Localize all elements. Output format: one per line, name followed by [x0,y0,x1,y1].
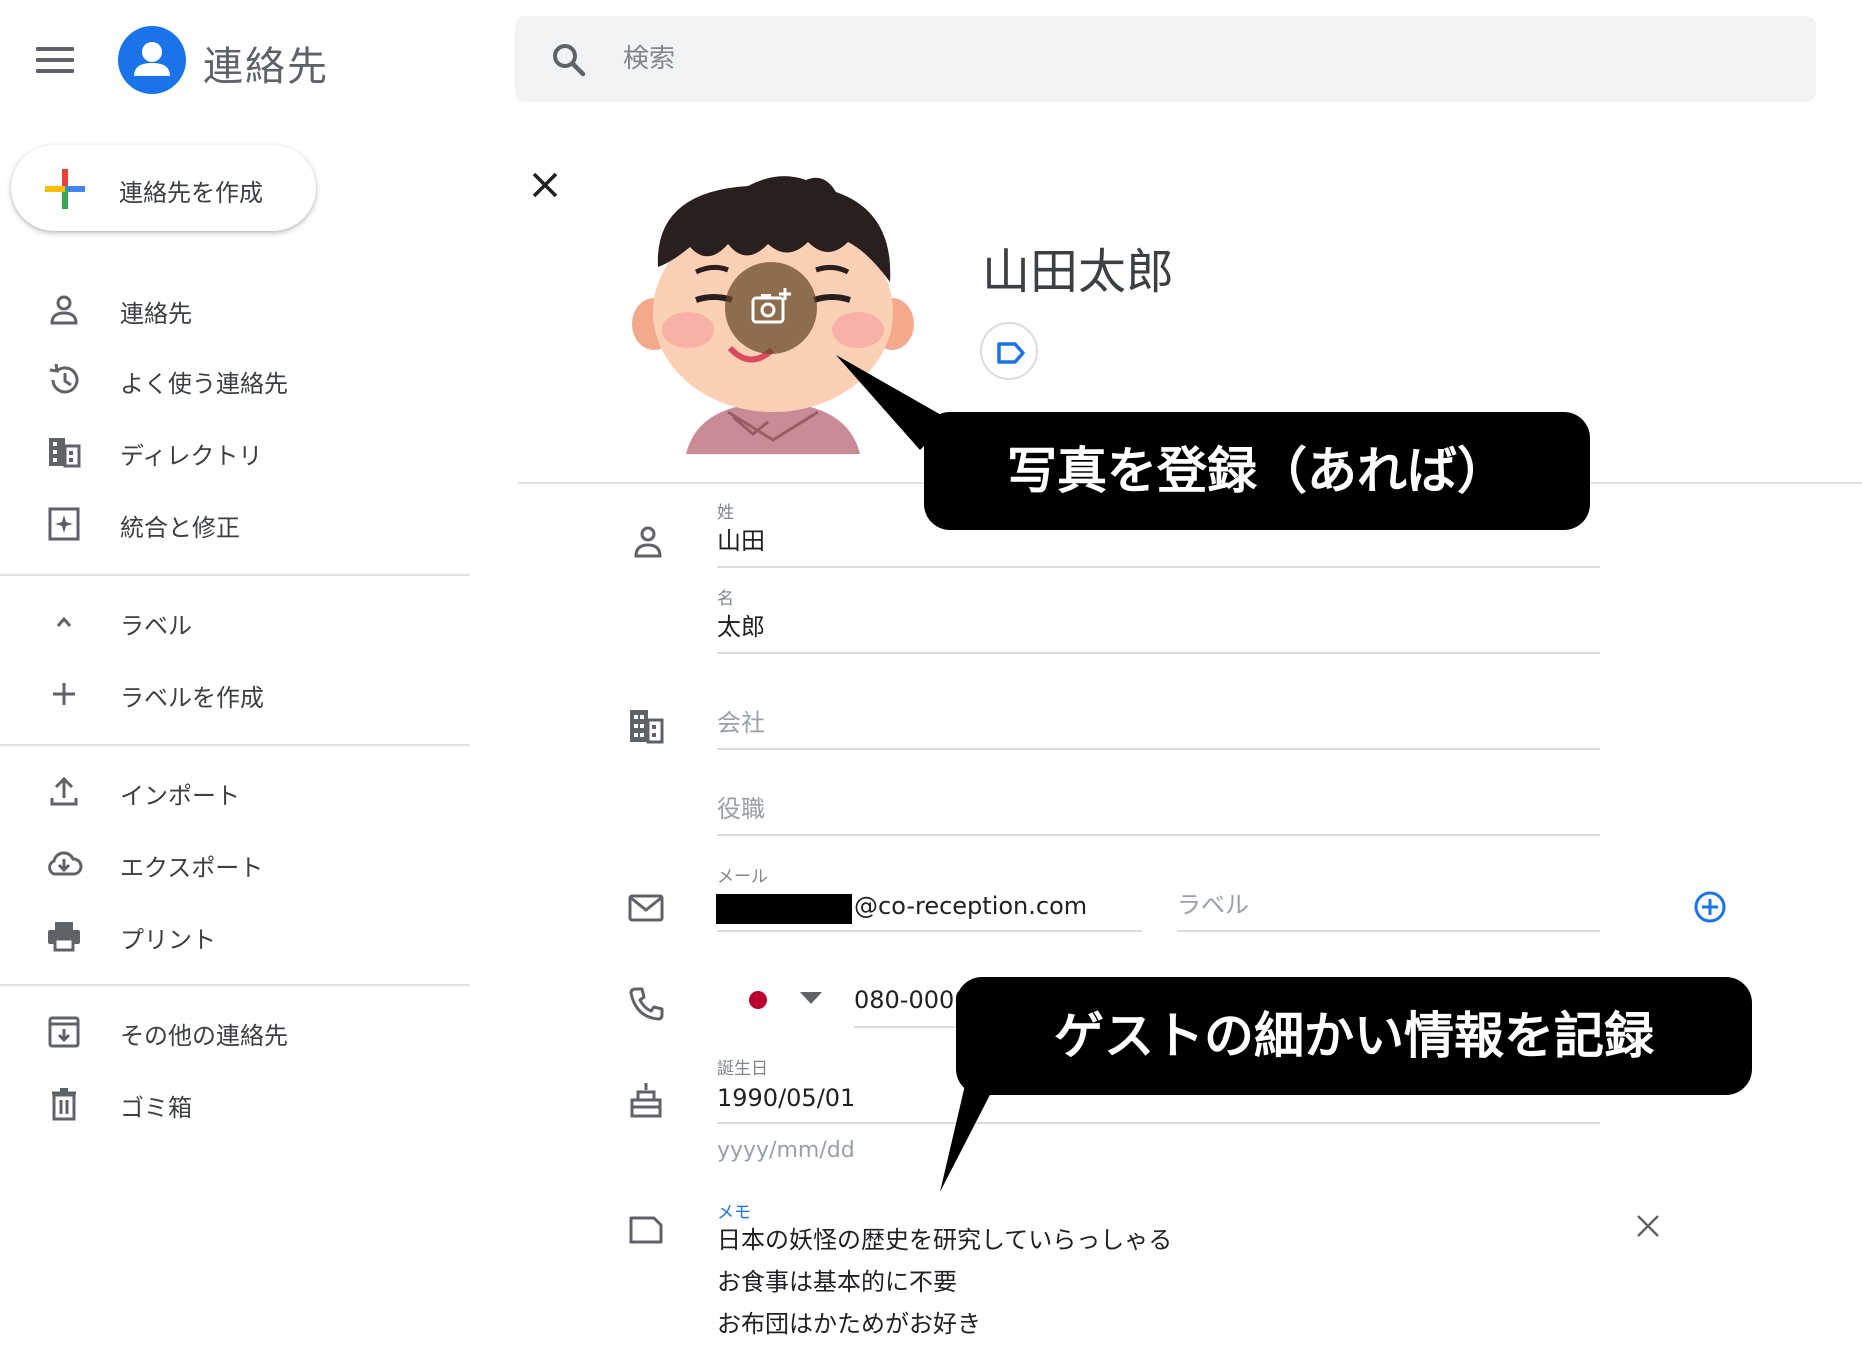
photo-callout: 写真を登録（あれば） [924,412,1590,530]
detail-callout: ゲストの細かい情報を記録 [956,977,1752,1095]
callout-tails [836,355,995,1192]
detail-callout-tail [940,1085,995,1192]
